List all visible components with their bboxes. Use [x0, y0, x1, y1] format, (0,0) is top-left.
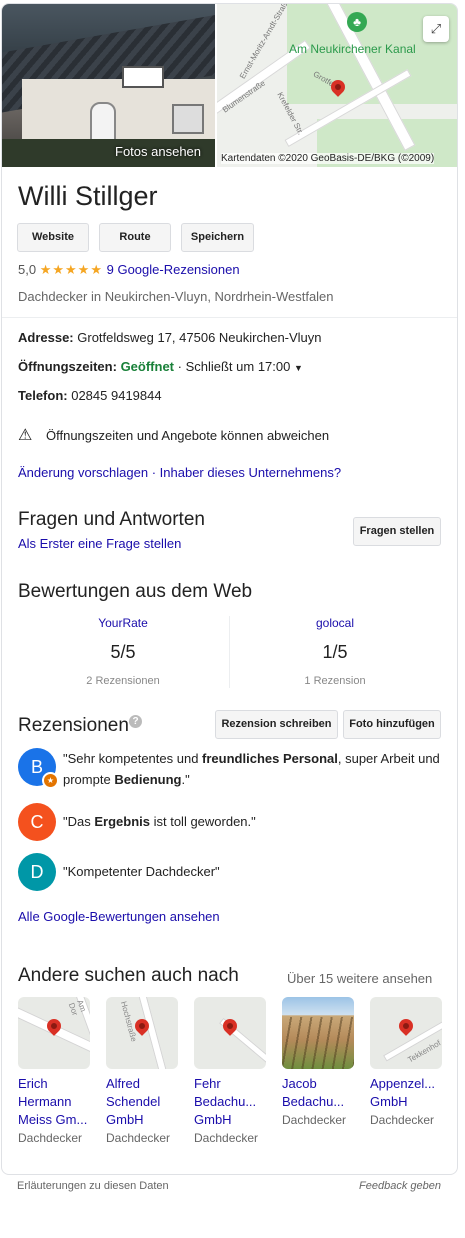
phone-row: Telefon: 02845 9419844: [18, 388, 162, 403]
all-reviews-link[interactable]: Alle Google-Bewertungen ansehen: [18, 909, 220, 924]
address-value[interactable]: Grotfeldsweg 17, 47506 Neukirchen-Vluyn: [77, 330, 321, 345]
reviews-link[interactable]: 9 Google-Rezensionen: [107, 262, 240, 277]
warning-icon: ⚠: [18, 427, 33, 444]
review-source[interactable]: YourRate: [18, 616, 228, 630]
photo-window: [122, 66, 164, 88]
qa-title: Fragen und Antworten: [18, 509, 205, 530]
save-button[interactable]: Speichern: [181, 223, 254, 252]
review-count: 2 Rezensionen: [86, 675, 160, 687]
review-snippet: "Sehr kompetentes und freundliches Perso…: [63, 751, 440, 787]
link-separator: ·: [148, 465, 160, 480]
web-review-golocal[interactable]: golocal 1/5 1 Rezension: [230, 616, 440, 687]
map-canal-label: Am Neukirchener Kanal: [289, 42, 416, 56]
review-snippet: "Das Ergebnis ist toll geworden.": [63, 814, 256, 829]
feedback-link[interactable]: Feedback geben: [359, 1180, 441, 1192]
business-category: Dachdecker: [194, 1131, 259, 1145]
map-thumbnail[interactable]: Ernst-Moritz-Arndt-Straße Blumenstraße K…: [217, 4, 457, 167]
local-guide-badge-icon: ★: [42, 772, 59, 789]
review-item[interactable]: D "Kompetenter Dachdecker": [18, 853, 448, 891]
review-item[interactable]: B ★ "Sehr kompetentes und freundliches P…: [18, 748, 448, 792]
review-count: 1 Rezension: [304, 675, 366, 687]
related-business-tile[interactable]: Tekkenhof Appenzel... GmbH Dachdecker: [370, 997, 442, 1129]
review-score: 1/5: [322, 642, 348, 662]
business-photo[interactable]: Fotos ansehen: [2, 4, 215, 167]
rating-stars-icon: ★★★★★: [39, 262, 103, 277]
business-name[interactable]: Jacob Bedachu...: [282, 1075, 354, 1111]
business-photo: [282, 997, 354, 1069]
avatar: C: [18, 803, 56, 841]
first-question-link[interactable]: Als Erster eine Frage stellen: [18, 536, 181, 551]
map-thumbnail: [194, 997, 266, 1069]
data-explanation-link[interactable]: Erläuterungen zu diesen Daten: [17, 1180, 169, 1192]
business-name[interactable]: Appenzel... GmbH: [370, 1075, 442, 1111]
map-thumbnail: Hochstraße: [106, 997, 178, 1069]
warning-text: Öffnungszeiten und Angebote können abwei…: [46, 428, 330, 443]
hours-warning: ⚠ Öffnungszeiten und Angebote können abwe…: [18, 425, 329, 445]
hero: Fotos ansehen Ernst-Moritz-Arndt-Straße …: [2, 4, 457, 167]
business-name[interactable]: Fehr Bedachu... GmbH: [194, 1075, 266, 1129]
review-snippet: "Kompetenter Dachdecker": [63, 864, 220, 879]
rating-row: 5,0 ★★★★★ 9 Google-Rezensionen: [18, 262, 240, 278]
hours-row[interactable]: Öffnungszeiten: Geöffnet · Schließt um 1…: [18, 359, 303, 374]
business-category: Dachdecker: [370, 1113, 435, 1127]
location-pin-icon: [396, 1016, 416, 1036]
help-icon[interactable]: ?: [129, 715, 142, 728]
hours-detail: · Schließt um 17:00: [177, 359, 291, 374]
map-thumbnail: Tekkenhof: [370, 997, 442, 1069]
business-category: Dachdecker: [282, 1113, 347, 1127]
reviews-title: Rezensionen: [18, 715, 129, 736]
address-row: Adresse: Grotfeldsweg 17, 47506 Neukirch…: [18, 330, 322, 345]
knowledge-panel: Fotos ansehen Ernst-Moritz-Arndt-Straße …: [1, 3, 458, 1175]
hours-label: Öffnungszeiten:: [18, 359, 117, 374]
divider: [2, 317, 457, 318]
web-review-yourrate[interactable]: YourRate 5/5 2 Rezensionen: [18, 616, 228, 687]
address-label: Adresse:: [18, 330, 74, 345]
related-business-tile[interactable]: Hochstraße Alfred Schendel GmbH Dachdeck…: [106, 997, 178, 1147]
also-search-title: Andere suchen auch nach: [18, 965, 239, 986]
web-reviews-title: Bewertungen aus dem Web: [18, 581, 253, 602]
owner-link[interactable]: Inhaber dieses Unternehmens?: [160, 465, 341, 480]
business-category: Dachdecker: [106, 1131, 171, 1145]
hours-status: Geöffnet: [120, 359, 175, 374]
related-business-tile[interactable]: Am Dor Erich Hermann Meiss Gm... Dachdec…: [18, 997, 90, 1147]
add-photo-button[interactable]: Foto hinzufügen: [343, 710, 441, 739]
edit-links: Änderung vorschlagen · Inhaber dieses Un…: [18, 465, 341, 480]
map-credit: Kartendaten ©2020 GeoBasis-DE/BKG (©2009…: [221, 153, 435, 164]
park-icon: ♣: [347, 12, 367, 32]
map-thumbnail: Am Dor: [18, 997, 90, 1069]
avatar: D: [18, 853, 56, 891]
business-name[interactable]: Alfred Schendel GmbH: [106, 1075, 178, 1129]
related-business-tile[interactable]: Jacob Bedachu... Dachdecker: [282, 997, 354, 1129]
expand-map-icon[interactable]: ⤢: [423, 16, 449, 42]
write-review-button[interactable]: Rezension schreiben: [215, 710, 338, 739]
review-item[interactable]: C "Das Ergebnis ist toll geworden.": [18, 803, 448, 841]
website-button[interactable]: Website: [17, 223, 89, 252]
business-category: Dachdecker: [18, 1131, 83, 1145]
related-business-tile[interactable]: Fehr Bedachu... GmbH Dachdecker: [194, 997, 266, 1147]
photo-window: [172, 104, 204, 134]
phone-label: Telefon:: [18, 388, 68, 403]
ask-question-button[interactable]: Fragen stellen: [353, 517, 441, 546]
business-category: Dachdecker in Neukirchen-Vluyn, Nordrhei…: [18, 289, 334, 304]
rating-value: 5,0: [18, 262, 37, 277]
photos-link[interactable]: Fotos ansehen: [115, 144, 201, 159]
business-name[interactable]: Erich Hermann Meiss Gm...: [18, 1075, 90, 1129]
review-source[interactable]: golocal: [230, 616, 440, 630]
business-name: Willi Stillger: [18, 181, 158, 211]
phone-value[interactable]: 02845 9419844: [71, 388, 161, 403]
review-score: 5/5: [110, 642, 136, 662]
chevron-down-icon[interactable]: ▼: [294, 363, 303, 373]
more-results-link[interactable]: Über 15 weitere ansehen: [287, 971, 432, 986]
route-button[interactable]: Route: [99, 223, 171, 252]
suggest-edit-link[interactable]: Änderung vorschlagen: [18, 465, 148, 480]
